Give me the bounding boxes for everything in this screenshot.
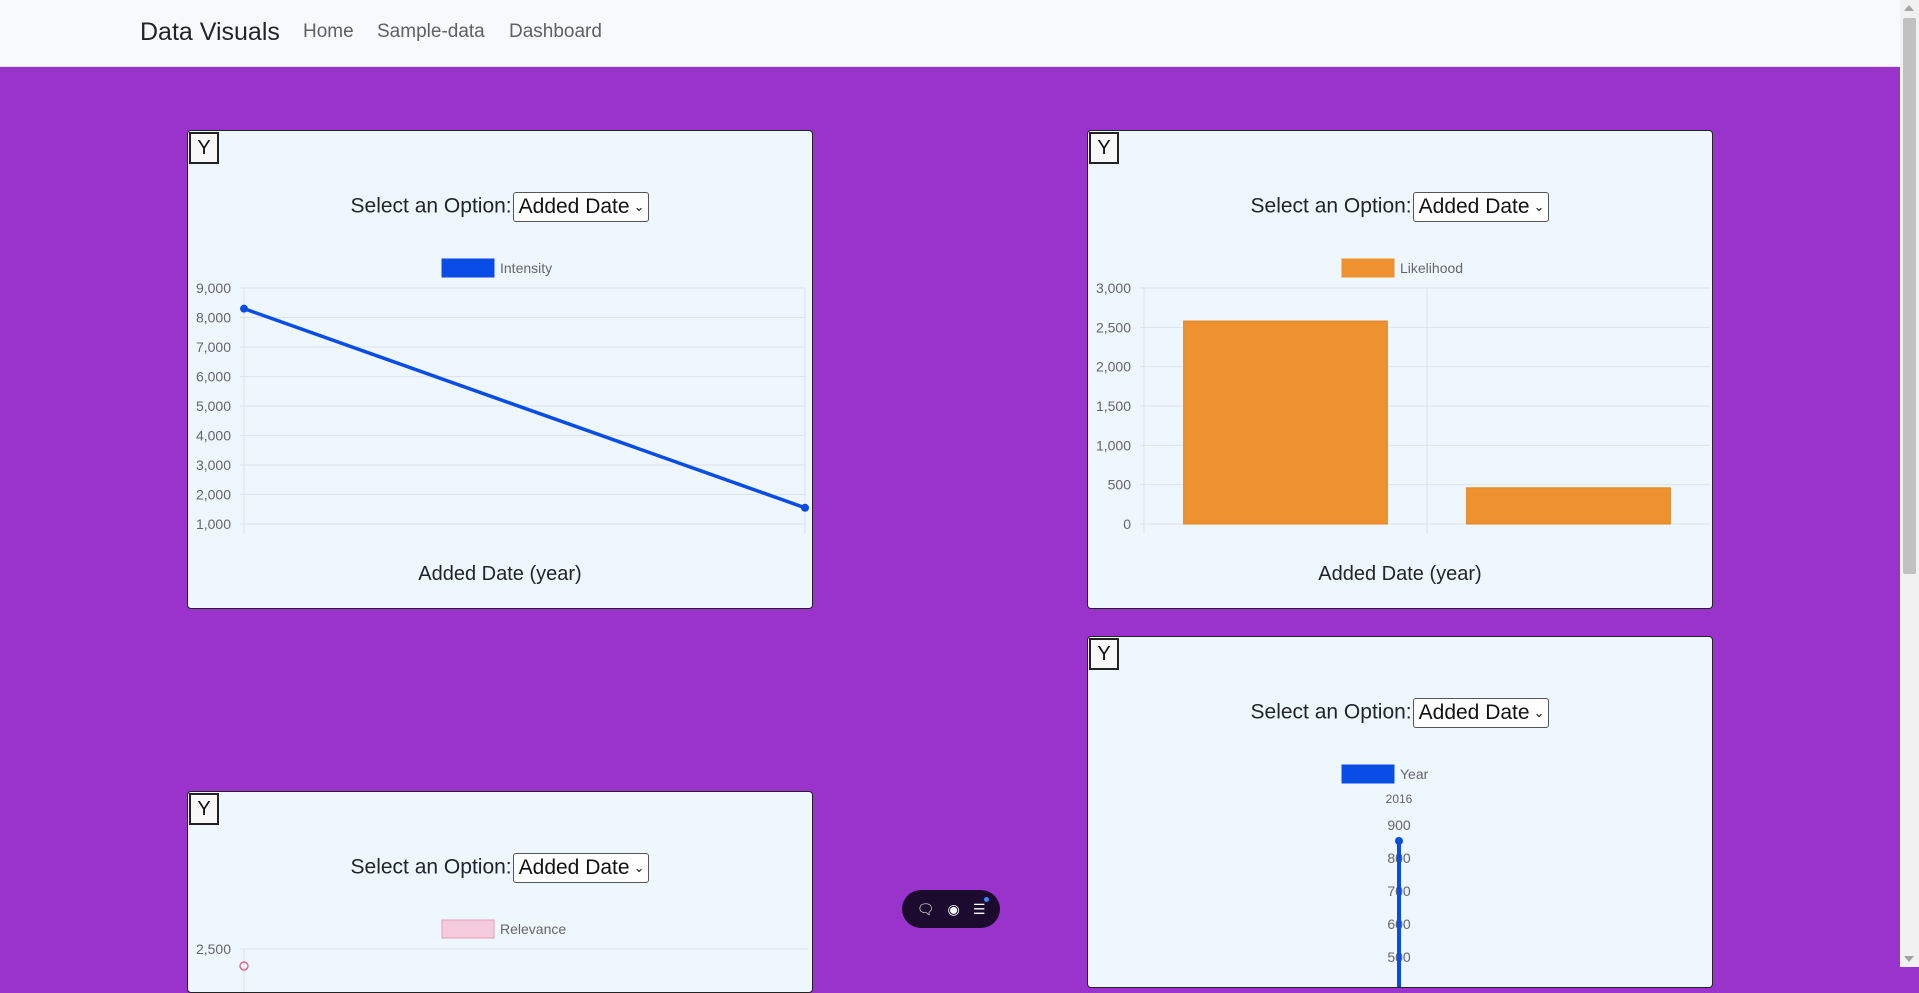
chat-icon[interactable]: 🗨 [917,901,935,918]
nav-link-sample-data[interactable]: Sample-data [377,21,485,43]
intensity-line [243,307,806,510]
year-chart: Year2016900800700600500 [1341,764,1429,987]
legend-label: Year [1400,766,1429,782]
nav-link-home[interactable]: Home [303,21,354,43]
legend-swatch [1341,764,1395,784]
nav-link-dashboard[interactable]: Dashboard [509,21,602,43]
y-tick-label: 0 [1123,516,1131,532]
y-tick-label: 3,000 [196,457,231,473]
y-tick-label: 900 [1387,817,1411,833]
legend-label: Likelihood [1400,260,1463,276]
eye-icon[interactable]: ◉ [947,901,959,918]
relevance-chart-card: Y Select an Option: Added Date ⌄ Relevance… [187,791,813,993]
category-label: 2016 [1386,792,1413,806]
y-tick-label: 2,000 [1096,359,1131,375]
likelihood-bar [1466,487,1671,525]
legend-label: Relevance [500,921,566,937]
brand-title[interactable]: Data Visuals [140,18,280,47]
data-point [1395,837,1403,845]
legend-swatch [1341,258,1395,278]
y-tick-label: 1,000 [1096,437,1131,453]
legend-label: Intensity [500,260,552,276]
legend-swatch [441,258,495,278]
y-tick-label: 5,000 [196,398,231,414]
menu-icon[interactable]: ☰ [973,896,990,918]
year-chart-card: Y Select an Option: Added Date ⌄ Year 2016 9… [1087,636,1713,988]
navbar: Data Visuals Home Sample-data Dashboard [0,0,1900,67]
x-axis-label: Added Date (year) [1318,563,1482,585]
y-tick-label: 3,000 [1096,280,1131,296]
y-tick-label: 2,500 [196,941,231,957]
scroll-down-arrow-icon[interactable] [1904,956,1914,962]
y-tick-label: 6,000 [196,369,231,385]
y-tick-label: 7,000 [196,339,231,355]
y-tick-label: 1,000 [196,516,231,532]
y-tick-label: 1,500 [1096,398,1131,414]
scrollbar-thumb[interactable] [1903,18,1916,574]
data-point [240,304,248,313]
page-scrollbar[interactable] [1900,0,1919,967]
y-tick-label: 4,000 [196,428,231,444]
y-tick-label: 500 [1108,477,1132,493]
scroll-up-arrow-icon[interactable] [1904,5,1914,11]
y-tick-label: 2,000 [196,487,231,503]
intensity-chart-card: Y Select an Option: Added Date ⌄ Intensity… [187,130,813,609]
relevance-chart: Relevance 2,500 [196,919,808,992]
legend-swatch [441,919,495,939]
data-point [801,503,809,512]
likelihood-chart-card: Y Select an Option: Added Date ⌄ Likelihoo… [1087,130,1713,609]
likelihood-bar [1183,320,1388,525]
likelihood-chart: Likelihood 3,000 2,500 2,000 1,500 1,000 500 0 [1096,258,1710,534]
floating-toolbar: 🗨 ◉ ☰ [902,890,1000,928]
x-axis-label: Added Date (year) [418,563,582,585]
y-tick-label: 2,500 [1096,319,1131,335]
y-tick-label: 9,000 [196,280,231,296]
y-tick-label: 8,000 [196,310,231,326]
intensity-chart: Intensity 9,000 8,000 7,000 6,000 5,000 4,000 3… [196,258,809,534]
